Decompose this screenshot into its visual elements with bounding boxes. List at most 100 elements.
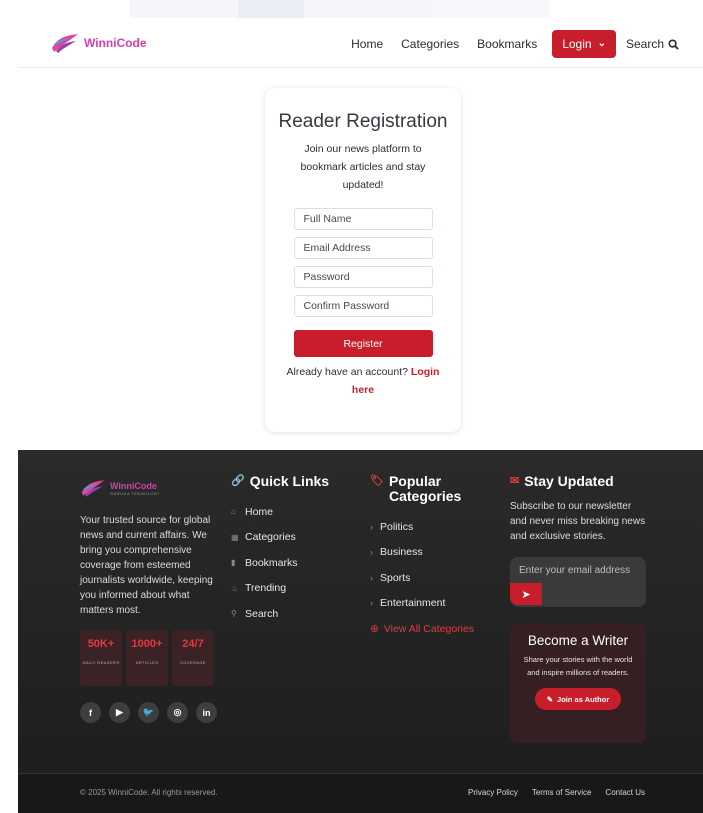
- become-writer-card: Become a Writer Share your stories with …: [510, 623, 646, 743]
- login-dropdown-button[interactable]: Login ⌄: [552, 30, 616, 58]
- category-label: Business: [380, 546, 423, 559]
- registration-card: Reader Registration Join our news platfo…: [265, 88, 461, 432]
- footer-stats: 50K+ DAILY READERS 1000+ ARTICLES 24/7 C…: [80, 630, 220, 686]
- bookmark-icon: ▮: [231, 558, 236, 568]
- instagram-icon[interactable]: ◎: [167, 702, 188, 723]
- have-account-text: Already have an account?: [286, 366, 408, 378]
- quick-link-search[interactable]: ⚲ Search: [231, 601, 351, 627]
- writer-title: Become a Writer: [527, 633, 629, 648]
- fire-icon: ♨: [231, 583, 239, 593]
- privacy-policy-link[interactable]: Privacy Policy: [468, 788, 518, 797]
- newsletter-text: Subscribe to our newsletter and never mi…: [510, 501, 646, 542]
- category-business[interactable]: › Business: [370, 540, 495, 566]
- join-as-author-label: Join as Author: [557, 694, 610, 704]
- newsletter-email-input[interactable]: [510, 557, 646, 583]
- category-politics[interactable]: › Politics: [370, 514, 495, 540]
- join-as-author-button[interactable]: ✎ Join as Author: [535, 688, 621, 710]
- quick-link-categories[interactable]: ▦ Categories: [231, 525, 351, 551]
- footer-about-text: Your trusted source for global news and …: [80, 515, 213, 616]
- quick-link-home[interactable]: ⌂ Home: [231, 499, 351, 525]
- search-icon: [668, 38, 679, 50]
- category-label: Politics: [380, 520, 414, 533]
- stat-label: DAILY READERS: [82, 660, 120, 665]
- footer-categories-column: 🏷 Popular Categories › Politics › Busine…: [370, 474, 495, 641]
- quick-link-label: Categories: [245, 531, 296, 544]
- brand-logo-icon: [52, 34, 78, 53]
- footer-newsletter-column: ✉ Stay Updated Subscribe to our newslett…: [510, 474, 650, 743]
- grid-icon: ▦: [231, 532, 239, 542]
- stat-value: 1000+: [131, 638, 163, 650]
- login-label: Login: [562, 37, 592, 51]
- full-name-input[interactable]: [293, 208, 433, 230]
- page-title: Reader Registration: [278, 111, 448, 132]
- chevron-right-icon: ›: [370, 598, 373, 609]
- nav-links: Home Categories Bookmarks Login ⌄ Search: [342, 30, 679, 58]
- footer-legal-links: Privacy Policy Terms of Service Contact …: [468, 788, 645, 797]
- footer-brand[interactable]: WinniCode GARUDA TEKNOLOGI: [80, 478, 220, 498]
- newsletter-submit-button[interactable]: ➤: [510, 583, 542, 605]
- twitter-icon[interactable]: 🐦: [138, 702, 159, 723]
- categories-list: › Politics › Business › Sports › Enterta…: [370, 514, 495, 641]
- popular-categories-title: Popular Categories: [388, 473, 462, 504]
- chevron-right-icon: ›: [370, 521, 373, 532]
- stat-label: ARTICLES: [135, 660, 159, 665]
- category-sports[interactable]: › Sports: [370, 565, 495, 591]
- confirm-password-input[interactable]: [293, 295, 433, 317]
- footer-about-column: WinniCode GARUDA TEKNOLOGI Your trusted …: [80, 474, 220, 723]
- quick-links-heading: 🔗 Quick Links: [231, 474, 351, 489]
- stay-updated-heading: ✉ Stay Updated: [510, 474, 650, 489]
- brand-name: WinniCode: [84, 36, 147, 50]
- link-icon: 🔗: [231, 475, 245, 487]
- stay-updated-title: Stay Updated: [524, 473, 614, 489]
- nav-categories[interactable]: Categories: [392, 30, 468, 58]
- page-frame-left: [0, 0, 18, 813]
- navbar: WinniCode Home Categories Bookmarks Logi…: [18, 18, 703, 68]
- quick-link-label: Search: [245, 607, 279, 620]
- stat-label: COVERAGE: [180, 660, 206, 665]
- category-entertainment[interactable]: › Entertainment: [370, 591, 495, 617]
- view-all-categories-link[interactable]: ⊕ View All Categories: [370, 616, 495, 641]
- writer-text: Share your stories with the world and in…: [523, 655, 633, 677]
- contact-us-link[interactable]: Contact Us: [605, 788, 645, 797]
- send-icon: ➤: [521, 588, 531, 601]
- registration-subtitle: Join our news platform to bookmark artic…: [300, 143, 426, 191]
- facebook-icon[interactable]: f: [80, 702, 101, 723]
- footer-brand-name: WinniCode: [110, 480, 157, 491]
- quick-link-trending[interactable]: ♨ Trending: [231, 576, 351, 602]
- footer-brand-text-group: WinniCode GARUDA TEKNOLOGI: [110, 481, 159, 496]
- browser-top-strip: [130, 0, 550, 18]
- top-strip-segment: [238, 0, 304, 18]
- login-prompt: Already have an account? Login here: [278, 363, 448, 399]
- nav-home[interactable]: Home: [342, 30, 392, 58]
- copyright-text: © 2025 WinniCode. All rights reserved.: [80, 788, 218, 797]
- quick-links-title: Quick Links: [249, 473, 330, 489]
- quick-link-label: Bookmarks: [245, 556, 298, 569]
- pencil-icon: ✎: [546, 694, 554, 704]
- youtube-icon[interactable]: ▶: [109, 702, 130, 723]
- terms-of-service-link[interactable]: Terms of Service: [532, 788, 592, 797]
- popular-categories-heading: 🏷 Popular Categories: [370, 474, 495, 504]
- linkedin-icon[interactable]: in: [196, 702, 217, 723]
- view-all-label: View All Categories: [383, 622, 475, 635]
- stat-value: 50K+: [87, 638, 115, 650]
- brand-link[interactable]: WinniCode: [50, 32, 147, 54]
- quick-link-bookmarks[interactable]: ▮ Bookmarks: [231, 550, 351, 576]
- newsletter-form: ➤: [510, 557, 646, 607]
- search-icon: ⚲: [231, 609, 237, 619]
- search-link[interactable]: Search: [622, 37, 679, 51]
- password-input[interactable]: [293, 266, 433, 288]
- social-links: f ▶ 🐦 ◎ in: [80, 702, 220, 723]
- top-strip-segment: [430, 0, 550, 18]
- nav-bookmarks[interactable]: Bookmarks: [468, 30, 546, 58]
- register-button[interactable]: Register: [293, 330, 433, 357]
- plus-circle-icon: ⊕: [370, 622, 379, 635]
- tags-icon: 🏷: [370, 475, 384, 487]
- footer-brand-subtitle: GARUDA TEKNOLOGI: [110, 490, 160, 496]
- stat-daily-readers: 50K+ DAILY READERS: [80, 630, 122, 686]
- chevron-right-icon: ›: [370, 572, 373, 583]
- category-label: Entertainment: [380, 597, 446, 610]
- category-label: Sports: [380, 571, 411, 584]
- stat-articles: 1000+ ARTICLES: [126, 630, 168, 686]
- footer-bottom-bar: © 2025 WinniCode. All rights reserved. P…: [18, 773, 703, 813]
- email-input[interactable]: [293, 237, 433, 259]
